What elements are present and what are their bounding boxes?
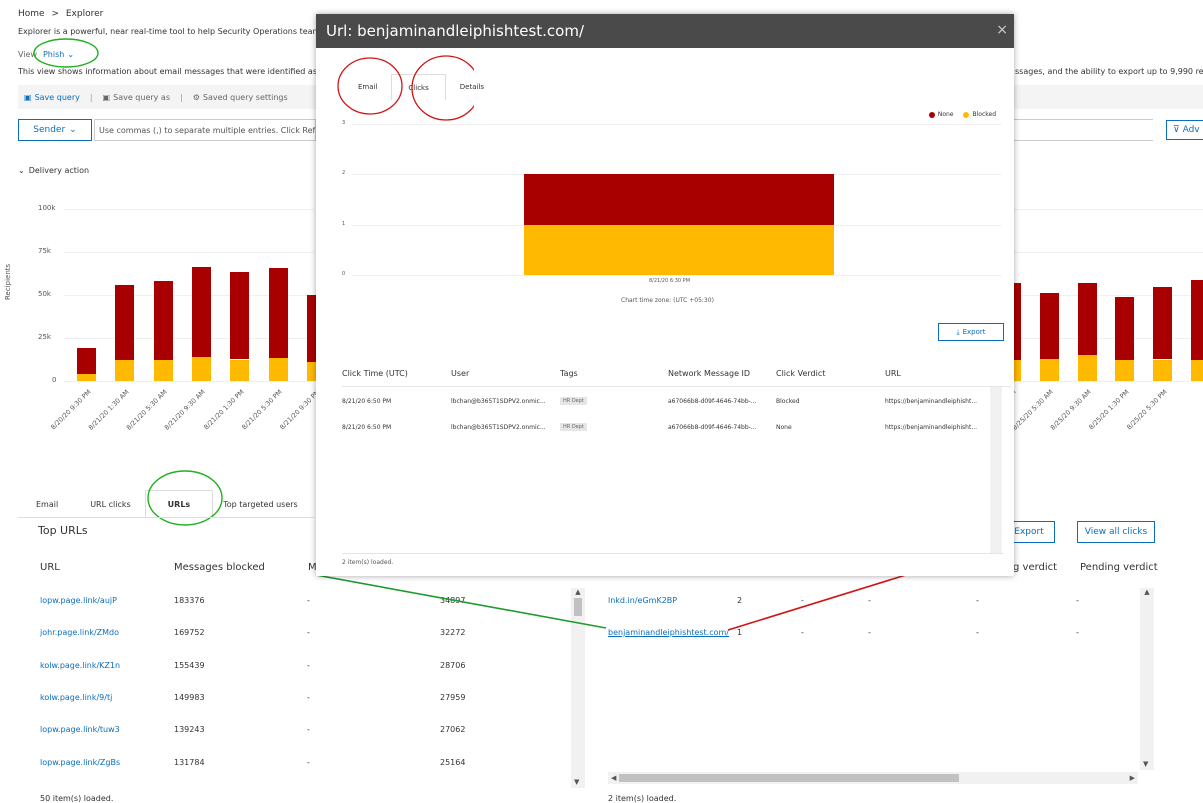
y-tick-label: 1: [342, 220, 346, 227]
export-label: Export: [962, 328, 986, 336]
clicks-table-bottom-border: [342, 553, 1004, 554]
panel-title: Url: benjaminandleiphishtest.com/: [326, 22, 585, 40]
column-header-user[interactable]: User: [451, 369, 469, 378]
download-icon: ⤓: [956, 327, 960, 336]
column-header-url[interactable]: URL: [885, 369, 901, 378]
clicks-table-scrollbar[interactable]: [990, 387, 1002, 553]
url-detail-panel: Url: benjaminandleiphishtest.com/ × Emai…: [316, 14, 1014, 576]
panel-footer: 2 item(s) loaded.: [342, 559, 394, 566]
click-verdict: None: [776, 424, 792, 431]
legend-item-blocked: Blocked: [963, 111, 996, 118]
column-header-network-message-id[interactable]: Network Message ID: [668, 369, 750, 378]
y-tick-label: 3: [342, 120, 346, 126]
close-icon[interactable]: ×: [996, 22, 1008, 38]
user: lbchan@b365T1SDPV2.onmic...: [451, 424, 546, 431]
export-button[interactable]: ⤓ Export: [938, 323, 1004, 341]
gridline: [352, 124, 1002, 125]
panel-header: Url: benjaminandleiphishtest.com/ ×: [316, 14, 1014, 48]
red-annotation-circles: [337, 55, 474, 121]
legend-label-blocked: Blocked: [972, 111, 996, 118]
user: lbchan@b365T1SDPV2.onmic...: [451, 398, 546, 405]
click-verdict: Blocked: [776, 398, 800, 405]
url: https://benjaminandleiphisht...: [885, 398, 978, 405]
click-time: 8/21/20 6:50 PM: [342, 424, 392, 431]
click-time: 8/21/20 6:50 PM: [342, 398, 392, 405]
legend-item-none: None: [928, 111, 954, 118]
y-tick-label: 2: [342, 170, 346, 177]
legend-swatch-none: [928, 111, 935, 118]
chart-timezone: Chart time zone: (UTC +05:30): [621, 297, 714, 304]
column-header-click-time[interactable]: Click Time (UTC): [342, 369, 408, 378]
url: https://benjaminandleiphisht...: [885, 424, 978, 431]
column-header-click-verdict[interactable]: Click Verdict: [776, 369, 825, 378]
clicks-table-header: Click Time (UTC) User Tags Network Messa…: [342, 369, 1012, 387]
chart-legend: None Blocked: [928, 111, 996, 118]
tag-badge: HR Dept: [560, 423, 587, 431]
table-row[interactable]: 8/21/20 6:50 PM lbchan@b365T1SDPV2.onmic.…: [342, 397, 990, 410]
x-tick-label: 8/21/20 6:30 PM: [649, 278, 691, 284]
y-tick-label: 0: [342, 271, 346, 277]
network-message-id: a67066b8-d09f-4646-74bb-...: [668, 398, 757, 405]
gridline: [352, 275, 1002, 276]
table-row[interactable]: 8/21/20 6:50 PM lbchan@b365T1SDPV2.onmic.…: [342, 423, 990, 436]
bar-segment-none: [524, 174, 834, 225]
legend-label-none: None: [937, 111, 954, 118]
network-message-id: a67066b8-d09f-4646-74bb-...: [668, 424, 757, 431]
tag-badge: HR Dept: [560, 397, 587, 405]
column-header-tags[interactable]: Tags: [560, 369, 578, 378]
legend-swatch-blocked: [963, 111, 970, 118]
bar-segment-blocked: [524, 224, 834, 275]
